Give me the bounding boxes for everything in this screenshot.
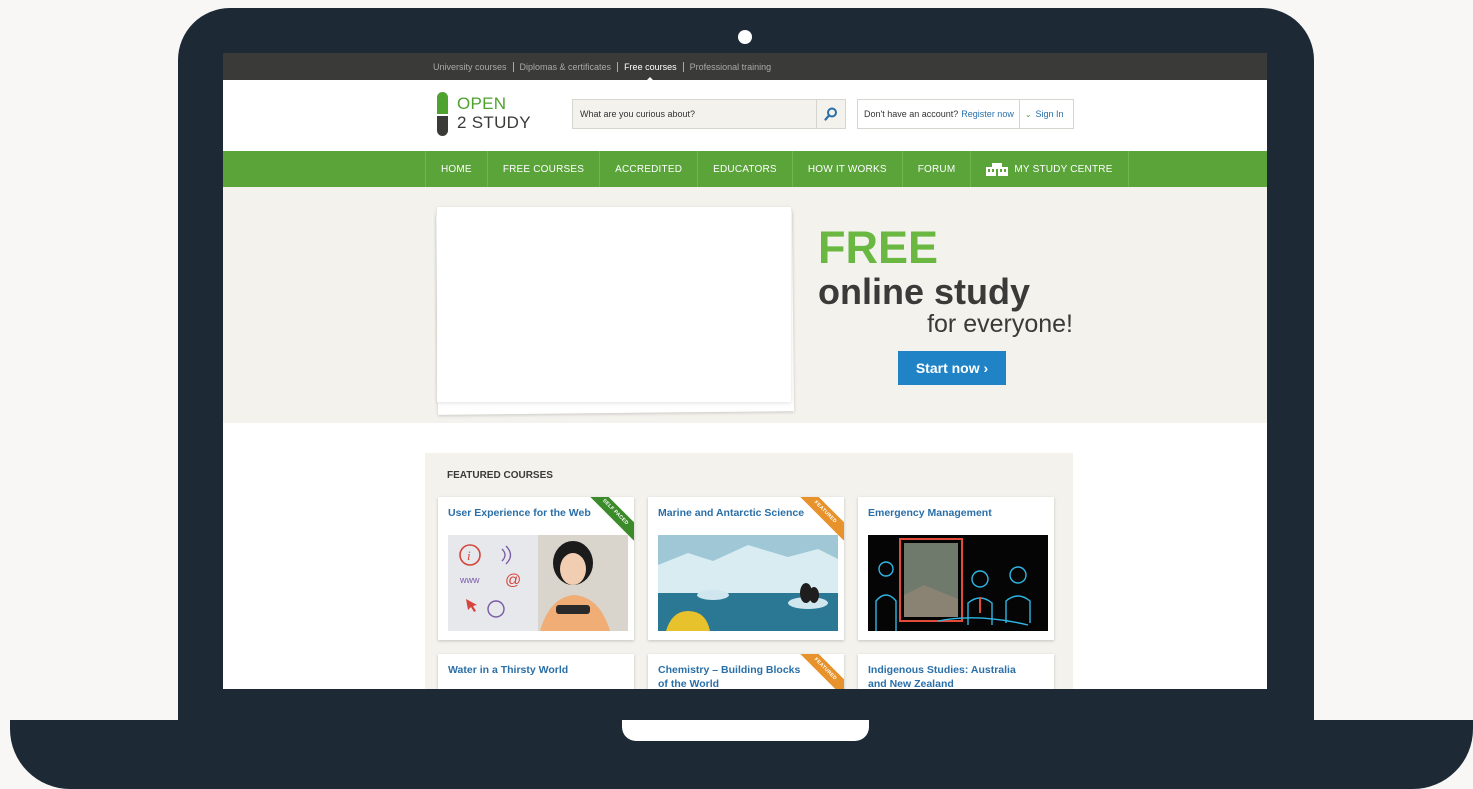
course-card-water[interactable]: Water in a Thirsty World <box>438 654 634 689</box>
hero-banner: FREE online study for everyone! Start no… <box>223 187 1267 423</box>
top-bar-links: University courses Diplomas & certificat… <box>427 53 778 81</box>
logo[interactable]: OPEN 2 STUDY <box>435 92 535 138</box>
course-card-chemistry[interactable]: Chemistry – Building Blocks of the World… <box>648 654 844 689</box>
course-image-marine <box>658 535 838 631</box>
chevron-down-icon: ⌄ <box>1024 109 1032 119</box>
course-card-marine-antarctic[interactable]: Marine and Antarctic Science FEATURED <box>648 497 844 640</box>
start-now-button[interactable]: Start now › <box>898 351 1006 385</box>
logo-text: OPEN 2 STUDY <box>457 94 531 132</box>
logo-mark-icon <box>435 92 453 138</box>
nav-item-forum[interactable]: FORUM <box>901 151 971 187</box>
top-bar: University courses Diplomas & certificat… <box>223 53 1267 81</box>
search-input[interactable] <box>573 100 816 128</box>
nav-item-educators[interactable]: EDUCATORS <box>697 151 792 187</box>
course-card-emergency-management[interactable]: Emergency Management <box>858 497 1054 640</box>
topbar-link-professional-training[interactable]: Professional training <box>684 62 778 72</box>
nav-item-my-study-centre[interactable]: MY STUDY CENTRE <box>970 151 1129 187</box>
page: University courses Diplomas & certificat… <box>0 0 1473 789</box>
course-thumbnail: i www @ <box>448 535 628 631</box>
search-button[interactable] <box>816 100 845 128</box>
hero-headline-for-everyone: for everyone! <box>927 310 1073 338</box>
logo-line-1: OPEN <box>457 94 507 113</box>
sign-in-label: Sign In <box>1035 109 1064 119</box>
topbar-link-diplomas[interactable]: Diplomas & certificates <box>514 61 619 72</box>
course-thumbnail <box>868 535 1048 631</box>
course-image-emergency <box>868 535 1048 631</box>
sign-in-button[interactable]: ⌄ Sign In <box>1020 109 1064 119</box>
featured-courses-title: FEATURED COURSES <box>447 470 553 481</box>
course-title[interactable]: Emergency Management <box>868 506 1018 520</box>
topbar-link-university-courses[interactable]: University courses <box>427 61 514 72</box>
svg-text:i: i <box>467 548 471 563</box>
register-link[interactable]: Register now <box>958 109 1019 119</box>
main-nav: HOME FREE COURSES ACCREDITED EDUCATORS H… <box>223 151 1267 187</box>
hero-video-card[interactable] <box>437 207 791 402</box>
laptop-notch <box>622 720 869 741</box>
featured-ribbon: FEATURED <box>794 654 844 689</box>
camera-icon <box>738 30 752 44</box>
svg-text:www: www <box>459 575 480 585</box>
browser-screen: University courses Diplomas & certificat… <box>223 53 1267 689</box>
course-title[interactable]: Water in a Thirsty World <box>448 663 598 677</box>
building-icon <box>986 162 1009 176</box>
course-title[interactable]: Marine and Antarctic Science <box>658 506 808 520</box>
nav-item-how-it-works[interactable]: HOW IT WORKS <box>791 151 902 187</box>
search-box <box>572 99 846 129</box>
course-thumbnail <box>658 535 838 631</box>
site-header: OPEN 2 STUDY Don't have an account? Regi… <box>223 80 1267 151</box>
course-card-indigenous-studies[interactable]: Indigenous Studies: Australia and New Ze… <box>858 654 1054 689</box>
hero-headline-free: FREE <box>818 222 939 273</box>
featured-courses-section: FEATURED COURSES User Experience for the… <box>425 453 1073 689</box>
course-card-user-experience[interactable]: User Experience for the Web SELF PACED i… <box>438 497 634 640</box>
nav-item-home[interactable]: HOME <box>425 151 487 187</box>
course-title[interactable]: User Experience for the Web <box>448 506 598 520</box>
course-image-ux: i www @ <box>448 535 628 631</box>
course-title[interactable]: Indigenous Studies: Australia and New Ze… <box>868 663 1018 689</box>
svg-text:@: @ <box>505 572 521 589</box>
search-icon <box>824 107 837 121</box>
account-question: Don't have an account? <box>864 109 959 119</box>
course-title[interactable]: Chemistry – Building Blocks of the World <box>658 663 808 689</box>
nav-item-accredited[interactable]: ACCREDITED <box>599 151 697 187</box>
account-box: Don't have an account? Register now ⌄ Si… <box>857 99 1074 129</box>
topbar-link-free-courses[interactable]: Free courses <box>618 61 684 81</box>
nav-item-free-courses[interactable]: FREE COURSES <box>486 151 599 187</box>
nav-item-my-study-centre-label: MY STUDY CENTRE <box>1014 163 1113 175</box>
logo-line-2: 2 STUDY <box>457 113 531 132</box>
hero-headline-online-study: online study <box>818 271 1031 312</box>
